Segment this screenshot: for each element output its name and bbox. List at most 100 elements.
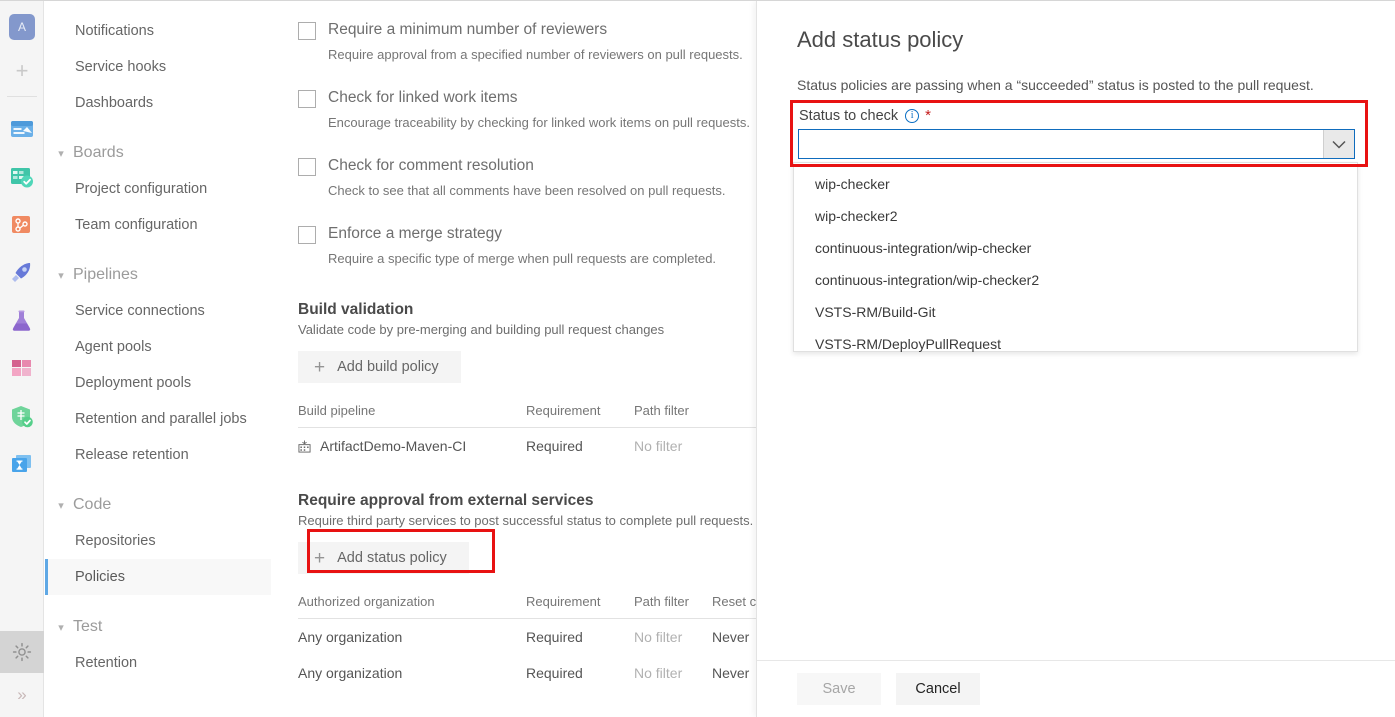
status-to-check-dropdown-list[interactable]: wip-checker wip-checker2 continuous-inte…	[793, 162, 1358, 352]
status-to-check-label: Status to check i *	[799, 107, 931, 124]
cancel-button[interactable]: Cancel	[896, 673, 980, 705]
policy-option-title: Check for comment resolution	[328, 157, 534, 175]
sidebar-group-pipelines[interactable]: ▾ Pipelines	[45, 257, 271, 293]
sidebar-item-label: Agent pools	[75, 339, 152, 355]
section-subtitle: Require third party services to post suc…	[298, 513, 756, 528]
policy-option-min-reviewers[interactable]: Require a minimum number of reviewers Re…	[298, 21, 756, 63]
retention-hourglass-icon	[9, 452, 35, 478]
rail-item-artifacts[interactable]	[0, 345, 43, 393]
add-new-button[interactable]: +	[0, 49, 44, 93]
column-header-authorized-organization: Authorized organization	[298, 594, 526, 609]
section-subtitle-text: Require third party services to post suc…	[298, 513, 753, 528]
rail-item-pipelines[interactable]	[0, 249, 43, 297]
panel-footer: Save Cancel	[757, 660, 1395, 717]
checkbox[interactable]	[298, 22, 316, 40]
status-to-check-input[interactable]	[799, 130, 1323, 158]
user-avatar[interactable]: A	[0, 5, 44, 49]
sidebar-item-label: Project configuration	[75, 181, 207, 197]
add-status-policy-button[interactable]: + Add status policy	[298, 542, 469, 574]
sidebar-item-service-connections[interactable]: Service connections	[45, 293, 271, 329]
rail-item-security[interactable]	[0, 393, 43, 441]
sidebar-item-label: Deployment pools	[75, 375, 191, 391]
status-policy-table: Authorized organization Requirement Path…	[298, 594, 756, 691]
sidebar-group-code[interactable]: ▾ Code	[45, 487, 271, 523]
rail-item-retention[interactable]	[0, 441, 43, 489]
table-row[interactable]: Any organization Required No filter Neve…	[298, 619, 756, 655]
sidebar-item-team-configuration[interactable]: Team configuration	[45, 207, 271, 243]
checkbox[interactable]	[298, 158, 316, 176]
checkbox[interactable]	[298, 90, 316, 108]
expand-rail-button[interactable]: »	[0, 673, 44, 717]
boards-icon	[9, 164, 35, 190]
sidebar-item-retention-and-parallel-jobs[interactable]: Retention and parallel jobs	[45, 401, 271, 437]
sidebar-item-service-hooks[interactable]: Service hooks	[45, 49, 271, 85]
column-header-build-pipeline: Build pipeline	[298, 403, 526, 418]
sidebar-item-release-retention[interactable]: Release retention	[45, 437, 271, 473]
dropdown-option[interactable]: continuous-integration/wip-checker	[794, 232, 1357, 264]
sidebar-group-label: Pipelines	[73, 266, 138, 284]
sidebar-group-test[interactable]: ▾ Test	[45, 609, 271, 645]
sidebar-item-deployment-pools[interactable]: Deployment pools	[45, 365, 271, 401]
icon-rail: A +	[0, 1, 44, 717]
policy-option-merge-strategy[interactable]: Enforce a merge strategy Require a speci…	[298, 225, 756, 267]
sidebar-group-label: Boards	[73, 144, 124, 162]
required-marker: *	[925, 107, 931, 124]
status-requirement-value: Required	[526, 629, 634, 645]
dropdown-option[interactable]: continuous-integration/wip-checker2	[794, 264, 1357, 296]
sidebar-group-label: Test	[73, 618, 102, 636]
dropdown-option[interactable]: wip-checker2	[794, 200, 1357, 232]
rail-item-repos[interactable]	[0, 201, 43, 249]
sidebar-spacer	[45, 473, 271, 487]
policy-option-description: Require a specific type of merge when pu…	[328, 251, 756, 267]
column-header-requirement: Requirement	[526, 403, 634, 418]
dropdown-option[interactable]: VSTS-RM/DeployPullRequest	[794, 328, 1357, 360]
build-requirement-value: Required	[526, 438, 634, 454]
chevron-down-icon: ▾	[53, 147, 69, 160]
save-button[interactable]: Save	[797, 673, 881, 705]
dropdown-option[interactable]: VSTS-RM/Build-Git	[794, 296, 1357, 328]
policy-option-description: Encourage traceability by checking for l…	[328, 115, 756, 131]
sidebar-item-dashboards[interactable]: Dashboards	[45, 85, 271, 121]
chevron-down-icon[interactable]	[1323, 130, 1354, 158]
policy-option-linked-work-items[interactable]: Check for linked work items Encourage tr…	[298, 89, 756, 131]
build-validation-section: Build validation Validate code by pre-me…	[298, 301, 756, 464]
panel-description: Status policies are passing when a “succ…	[797, 77, 1357, 93]
policy-option-title: Check for linked work items	[328, 89, 518, 107]
settings-button[interactable]	[0, 631, 44, 673]
rail-item-test-plans[interactable]	[0, 297, 43, 345]
dropdown-option[interactable]: wip-checker	[794, 168, 1357, 200]
policy-option-title: Enforce a merge strategy	[328, 225, 502, 243]
add-build-policy-button[interactable]: + Add build policy	[298, 351, 461, 383]
column-header-requirement: Requirement	[526, 594, 634, 609]
chevron-down-icon: ▾	[53, 621, 69, 634]
gear-icon	[12, 642, 32, 662]
sidebar-item-agent-pools[interactable]: Agent pools	[45, 329, 271, 365]
rail-item-boards[interactable]	[0, 153, 43, 201]
status-to-check-combobox[interactable]	[798, 129, 1355, 159]
info-icon[interactable]: i	[905, 109, 919, 123]
table-row[interactable]: ArtifactDemo-Maven-CI Required No filter	[298, 428, 756, 464]
status-path-filter-value: No filter	[634, 665, 712, 681]
sidebar-group-boards[interactable]: ▾ Boards	[45, 135, 271, 171]
plus-icon: +	[314, 549, 325, 568]
sidebar-item-repositories[interactable]: Repositories	[45, 523, 271, 559]
table-row[interactable]: Any organization Required No filter Neve…	[298, 655, 756, 691]
section-subtitle: Validate code by pre-merging and buildin…	[298, 322, 756, 337]
rail-item-overview[interactable]	[0, 105, 43, 153]
sidebar-item-label: Service hooks	[75, 59, 166, 75]
sidebar-item-notifications[interactable]: Notifications	[45, 13, 271, 49]
build-pipeline-icon	[298, 440, 311, 453]
sidebar-item-label: Notifications	[75, 23, 154, 39]
sidebar-item-label: Dashboards	[75, 95, 153, 111]
overview-icon	[9, 116, 35, 142]
checkbox[interactable]	[298, 226, 316, 244]
sidebar-item-project-configuration[interactable]: Project configuration	[45, 171, 271, 207]
add-status-policy-label: Add status policy	[337, 550, 447, 566]
sidebar-item-retention[interactable]: Retention	[45, 645, 271, 681]
policies-content: Require a minimum number of reviewers Re…	[272, 1, 756, 717]
sidebar-item-policies[interactable]: Policies	[45, 559, 271, 595]
policy-option-description: Require approval from a specified number…	[328, 47, 756, 63]
chevron-double-right-icon: »	[17, 685, 26, 705]
policy-option-comment-resolution[interactable]: Check for comment resolution Check to se…	[298, 157, 756, 199]
app-window: A +	[0, 0, 1395, 717]
